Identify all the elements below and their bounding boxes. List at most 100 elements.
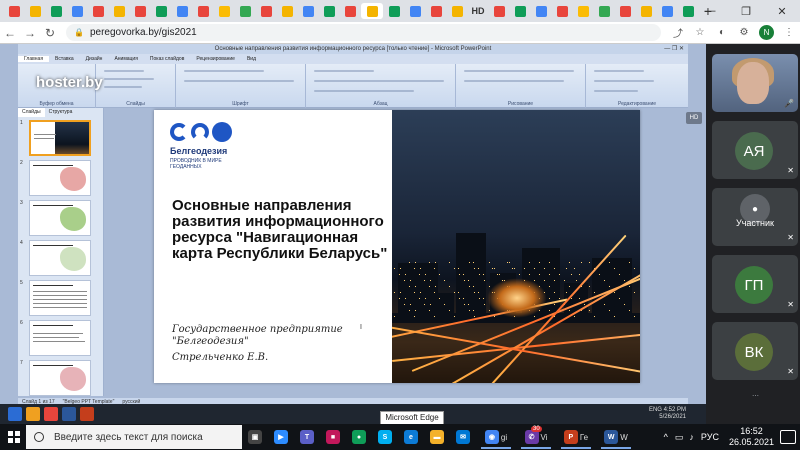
lit-building-glow — [487, 278, 547, 318]
edge-icon[interactable]: e — [399, 425, 423, 449]
browser-tab[interactable] — [277, 3, 297, 19]
zoom-icon[interactable]: ▶ — [269, 425, 293, 449]
browser-tab[interactable] — [447, 3, 467, 19]
browser-tab[interactable] — [88, 3, 108, 19]
tab-favicon-icon — [113, 5, 125, 17]
volume-icon[interactable]: ♪ — [689, 432, 694, 442]
browser-tab[interactable] — [636, 3, 656, 19]
extension-icon[interactable]: ◐ — [713, 24, 731, 42]
task-view-icon[interactable]: ▣ — [243, 425, 267, 449]
menu-kebab-icon[interactable]: ⋮ — [780, 24, 798, 42]
tab-favicon-icon — [430, 5, 442, 17]
browser-tab[interactable] — [552, 3, 572, 19]
participant-tile[interactable]: ВК ✕ — [712, 322, 798, 380]
ribbon-tab[interactable]: Вид — [241, 56, 262, 62]
browser-tab[interactable] — [489, 3, 509, 19]
extensions-puzzle-icon[interactable]: ⚙ — [735, 24, 753, 42]
viber-taskbar-item[interactable]: ✆ 30 Vi — [517, 425, 555, 449]
browser-tab[interactable] — [298, 3, 318, 19]
notifications-icon[interactable] — [780, 430, 796, 444]
chevron-up-icon[interactable]: ^ — [664, 432, 668, 442]
tab-favicon-icon — [92, 5, 104, 17]
browser-tab[interactable] — [510, 3, 530, 19]
maximize-button[interactable]: ❐ — [728, 0, 764, 22]
taskbar-clock[interactable]: 16:52 26.05.2021 — [729, 426, 774, 448]
browser-tab[interactable] — [319, 3, 339, 19]
slide-thumbnail[interactable]: 3 — [20, 200, 102, 238]
browser-tab[interactable] — [235, 3, 255, 19]
browser-tab[interactable] — [573, 3, 593, 19]
browser-tab[interactable] — [214, 3, 234, 19]
powerpoint-title: Основные направления развития информацио… — [18, 44, 688, 54]
back-button[interactable]: ← — [0, 23, 20, 43]
close-button[interactable]: ✕ — [764, 0, 800, 22]
browser-tab[interactable] — [657, 3, 677, 19]
network-icon[interactable]: ▭ — [675, 432, 684, 443]
forward-button[interactable]: → — [20, 23, 40, 43]
browser-tab-hd[interactable]: HD — [468, 3, 488, 19]
browser-tab[interactable] — [4, 3, 24, 19]
ribbon-tab[interactable]: Главная — [18, 56, 50, 62]
skype-icon[interactable]: S — [373, 425, 397, 449]
browser-tab[interactable] — [109, 3, 129, 19]
green-app-icon[interactable]: ● — [347, 425, 371, 449]
tab-favicon-icon — [535, 5, 547, 17]
browser-tab[interactable] — [426, 3, 446, 19]
ribbon-tab[interactable]: Анимация — [108, 56, 143, 62]
profile-avatar[interactable]: N — [759, 25, 774, 40]
video-app-icon[interactable]: ■ — [321, 425, 345, 449]
outline-tab[interactable]: Структура — [45, 108, 77, 117]
browser-tab[interactable] — [340, 3, 360, 19]
browser-tab[interactable] — [615, 3, 635, 19]
browser-tab[interactable] — [172, 3, 192, 19]
slide-thumbnail[interactable]: 2 — [20, 160, 102, 198]
tab-favicon-icon — [640, 5, 652, 17]
address-bar[interactable]: 🔒 peregovorka.by/gis2021 — [66, 24, 661, 41]
browser-tab[interactable] — [256, 3, 276, 19]
browser-tab[interactable] — [384, 3, 404, 19]
browser-tab[interactable] — [25, 3, 45, 19]
bookmark-star-icon[interactable]: ☆ — [691, 24, 709, 42]
input-language[interactable]: РУС — [701, 432, 719, 442]
mail-icon[interactable]: ✉ — [451, 425, 475, 449]
browser-tab[interactable] — [361, 3, 383, 19]
slide-thumbnail[interactable]: 5 — [20, 280, 102, 318]
slides-tab[interactable]: Слайды — [18, 108, 45, 117]
browser-tab[interactable] — [67, 3, 87, 19]
browser-tab[interactable] — [594, 3, 614, 19]
mic-off-icon: 🎤 — [784, 99, 794, 108]
browser-tab[interactable] — [531, 3, 551, 19]
slide-thumbnail[interactable]: 1 — [20, 120, 102, 158]
ribbon-tab[interactable]: Дизайн — [80, 56, 109, 62]
share-icon[interactable]: ⤴ — [669, 24, 687, 42]
ribbon-tab[interactable]: Вставка — [49, 56, 80, 62]
participant-tile[interactable]: ● Участник ✕ — [712, 188, 798, 246]
slide-thumbnail[interactable]: 4 — [20, 240, 102, 278]
chrome-taskbar-item[interactable]: ◉ gi — [477, 425, 515, 449]
more-options-icon[interactable]: ⋯ — [752, 392, 759, 406]
teams-icon[interactable]: T — [295, 425, 319, 449]
file-explorer-icon[interactable]: ▬ — [425, 425, 449, 449]
browser-tab[interactable] — [193, 3, 213, 19]
browser-tab[interactable] — [405, 3, 425, 19]
reload-button[interactable]: ↻ — [40, 23, 60, 43]
slide-thumbnail[interactable]: 7 — [20, 360, 102, 398]
shared-clock: ENG 4:52 PM 5/26/2021 — [648, 407, 686, 420]
start-button[interactable] — [2, 424, 26, 450]
powerpoint-taskbar-item[interactable]: P Ге — [557, 425, 595, 449]
ribbon-tab[interactable]: Рецензирование — [190, 56, 241, 62]
word-taskbar-item[interactable]: WW — [597, 425, 635, 449]
participant-avatar: АЯ — [735, 132, 773, 170]
participant-tile[interactable]: ГП ✕ — [712, 255, 798, 313]
city-night-photo — [392, 110, 640, 383]
ribbon-tab[interactable]: Показ слайдов — [144, 56, 190, 62]
browser-tab[interactable] — [151, 3, 171, 19]
participant-tile[interactable]: 🎤 — [712, 54, 798, 112]
participant-tile[interactable]: АЯ ✕ — [712, 121, 798, 179]
browser-tab[interactable] — [130, 3, 150, 19]
browser-tab[interactable] — [46, 3, 66, 19]
minimize-button[interactable]: — — [692, 0, 728, 22]
slide-thumbnail[interactable]: 6 — [20, 320, 102, 358]
taskbar-search[interactable]: Введите здесь текст для поиска — [26, 425, 242, 449]
tab-favicon-icon — [366, 5, 378, 17]
